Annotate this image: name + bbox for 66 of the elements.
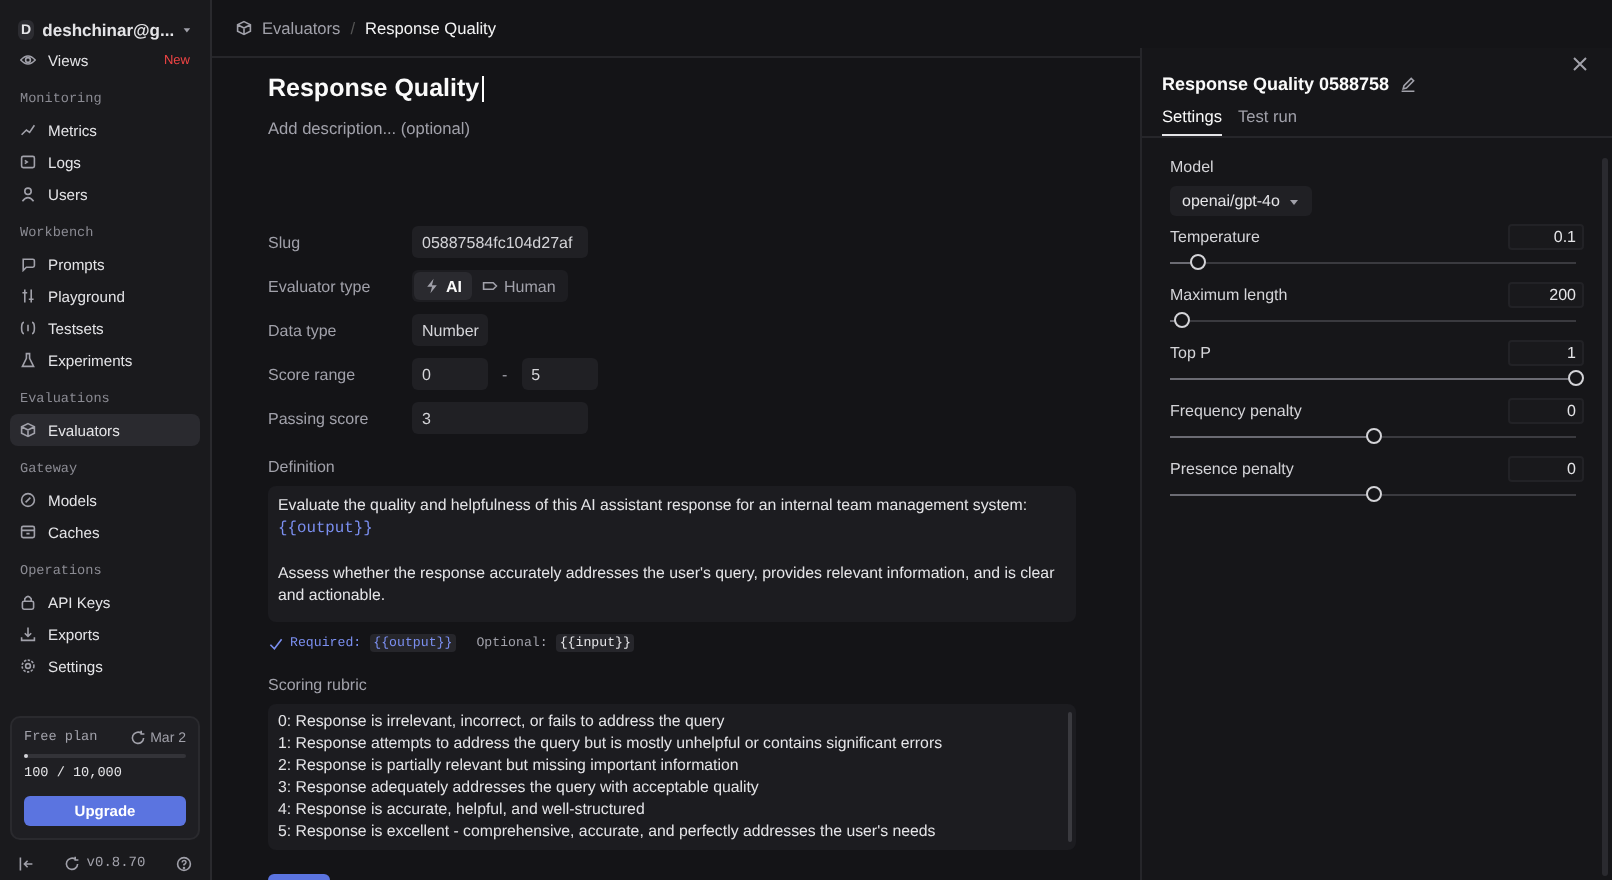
param-value-field[interactable]: 1	[1508, 340, 1584, 366]
caret-icon	[1287, 195, 1300, 207]
field-label: Slug	[268, 233, 303, 251]
description-field[interactable]: Add description... (optional)	[268, 118, 668, 138]
cube-icon	[236, 20, 252, 36]
max-score-field[interactable]: 5	[521, 358, 598, 390]
field-label: Data type	[268, 321, 339, 339]
person-icon	[20, 186, 36, 202]
terminal-icon	[20, 154, 36, 170]
param-label: Temperature	[1170, 228, 1260, 246]
help-icon	[176, 856, 192, 872]
param-label: Maximum length	[1170, 286, 1288, 304]
passing-score-field[interactable]: 3	[412, 402, 588, 434]
cube-icon	[20, 422, 36, 438]
type-option[interactable]: Human	[472, 272, 566, 300]
slider-thumb[interactable]	[1568, 370, 1584, 386]
flask-icon	[20, 352, 36, 368]
tag-icon	[482, 278, 498, 294]
param-value-field[interactable]: 0	[1508, 398, 1584, 424]
param-value-field[interactable]: 200	[1508, 282, 1584, 308]
param-label: Frequency penalty	[1170, 402, 1302, 420]
evaluator-title[interactable]: Response Quality	[268, 74, 480, 102]
lightning-icon	[424, 278, 440, 294]
slider-thumb[interactable]	[1365, 428, 1381, 444]
breadcrumb-item: Response Quality	[365, 18, 497, 38]
breadcrumb-item[interactable]: Evaluators	[262, 18, 341, 38]
lock-icon	[20, 594, 36, 610]
param-label: Top P	[1170, 344, 1211, 362]
field-label: Model	[1170, 158, 1216, 176]
section-label: Scoring rubric	[268, 676, 369, 694]
panel-title: Response Quality 0588758	[1162, 74, 1390, 94]
min-score-field[interactable]: 0	[412, 358, 488, 390]
field-label: Score range	[268, 365, 358, 383]
slug-field[interactable]: 05887584fc104d27af	[412, 226, 588, 258]
eye-icon	[20, 52, 36, 68]
slider-thumb[interactable]	[1190, 254, 1207, 270]
caret-icon	[182, 24, 192, 36]
data-type-select[interactable]: Number	[412, 314, 489, 346]
tab[interactable]: Settings	[1162, 106, 1222, 136]
type-option[interactable]: AI	[414, 272, 472, 300]
download-icon	[20, 626, 36, 642]
range-separator: -	[502, 365, 508, 383]
circle-icon	[20, 492, 36, 508]
archive-icon	[20, 524, 36, 540]
collapse-icon	[18, 856, 34, 872]
breadcrumb-separator: /	[350, 18, 356, 38]
section-label: Definition	[268, 458, 337, 476]
param-label: Presence penalty	[1170, 460, 1294, 478]
refresh-icon	[130, 730, 147, 746]
param-value-field[interactable]: 0.1	[1508, 224, 1584, 250]
check-icon	[268, 635, 284, 651]
sliders-icon	[20, 288, 36, 304]
tab[interactable]: Test run	[1237, 106, 1297, 136]
field-label: Passing score	[268, 409, 371, 427]
slider-thumb[interactable]	[1365, 486, 1381, 502]
edit-icon	[1399, 76, 1416, 92]
brackets-icon	[20, 320, 36, 336]
model-select[interactable]: openai/gpt-4o	[1170, 186, 1312, 216]
param-value-field[interactable]: 0	[1508, 456, 1584, 482]
settings-icon	[20, 658, 36, 674]
refresh-icon[interactable]	[64, 856, 81, 872]
slider-thumb[interactable]	[1174, 312, 1191, 328]
line-chart-icon	[20, 122, 36, 138]
field-label: Evaluator type	[268, 277, 373, 295]
close-icon[interactable]	[1572, 56, 1588, 72]
speech-bubble-icon	[20, 256, 36, 272]
